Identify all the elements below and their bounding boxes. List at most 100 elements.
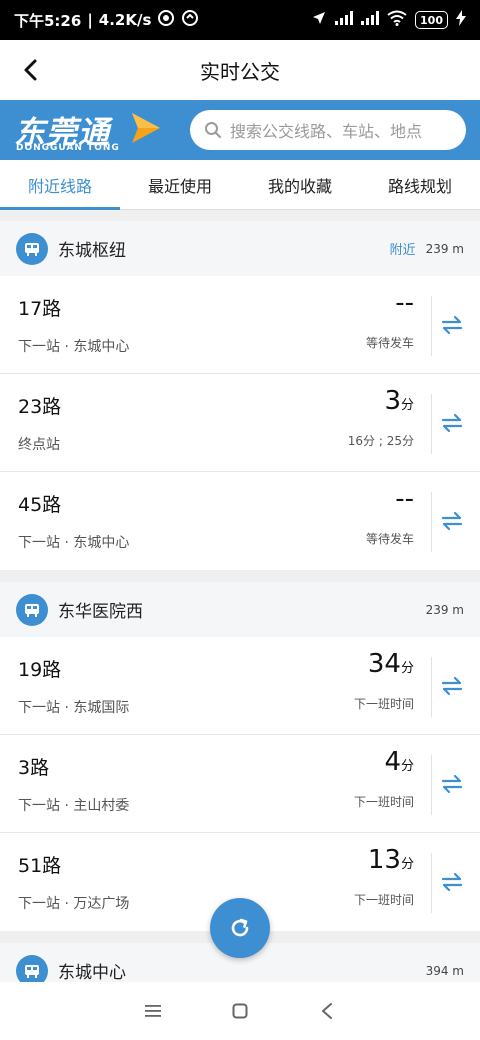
status-separator: | — [87, 11, 93, 29]
tab-nearby-routes[interactable]: 附近线路 — [0, 160, 120, 210]
route-row[interactable]: 17路 下一站 · 东城中心 -- 等待发车 — [0, 276, 480, 374]
route-next-stop: 下一站 · 主山村委 — [18, 798, 130, 814]
menu-button[interactable] — [133, 991, 173, 1031]
route-eta: -- — [395, 484, 414, 514]
route-line: 3路 — [18, 757, 50, 779]
search-icon — [205, 122, 221, 138]
logo-subtext: DONGGUAN TONG — [16, 143, 120, 153]
refresh-icon — [231, 918, 249, 937]
swap-direction-icon — [441, 413, 463, 433]
stop-meta: 附近 239 m — [389, 239, 464, 259]
search-placeholder: 搜索公交线路、车站、地点 — [230, 122, 423, 141]
location-icon — [311, 10, 327, 30]
route-eta: -- — [395, 288, 414, 318]
swap-direction-button[interactable] — [432, 501, 472, 541]
eta-unit: 分 — [400, 661, 414, 676]
charging-icon — [456, 10, 466, 30]
page-title: 实时公交 — [200, 59, 280, 84]
swap-direction-icon — [441, 774, 463, 794]
route-status: 等待发车 — [365, 532, 414, 546]
stop-distance: 239 m — [425, 241, 464, 256]
eta-unit: 分 — [400, 857, 414, 872]
notification-icon — [157, 9, 175, 31]
bus-stop-icon — [16, 593, 48, 626]
nearby-tag: 附近 — [389, 243, 416, 258]
signal-icon-2 — [361, 11, 380, 29]
eta-unit: 分 — [400, 759, 414, 774]
route-row[interactable]: 3路 下一站 · 主山村委 4分 下一班时间 — [0, 735, 480, 833]
stop-group: 东华医院西 239 m 19路 下一站 · 东城国际 34分 下一班时间 3路 … — [0, 582, 480, 931]
swap-direction-button[interactable] — [432, 764, 472, 804]
battery-indicator: 100 — [415, 11, 448, 29]
status-left: 下午5:26 | 4.2K/s — [14, 9, 199, 31]
status-right: 100 — [311, 10, 466, 30]
system-nav-bar — [0, 982, 480, 1040]
swap-direction-icon — [441, 676, 463, 696]
route-row[interactable]: 19路 下一站 · 东城国际 34分 下一班时间 — [0, 637, 480, 735]
network-speed: 4.2K/s — [98, 11, 152, 29]
swap-direction-icon — [441, 872, 463, 892]
tab-bar: 附近线路 最近使用 我的收藏 路线规划 — [0, 160, 480, 210]
route-line: 51路 — [18, 855, 62, 877]
home-button[interactable] — [220, 991, 260, 1031]
route-line: 23路 — [18, 396, 62, 418]
stop-list[interactable]: 东城枢纽 附近 239 m 17路 下一站 · 东城中心 -- 等待发车 23路… — [0, 221, 480, 991]
stop-distance: 239 m — [425, 602, 464, 617]
logo-arrow-icon — [132, 113, 160, 143]
stop-name: 东城枢纽 — [58, 241, 126, 261]
back-button[interactable] — [12, 52, 48, 88]
route-line: 19路 — [18, 659, 62, 681]
route-row[interactable]: 45路 下一站 · 东城中心 -- 等待发车 — [0, 472, 480, 570]
status-bar: 下午5:26 | 4.2K/s 100 — [0, 0, 480, 40]
eta-value: 34 — [367, 649, 401, 679]
tab-favorites[interactable]: 我的收藏 — [240, 160, 360, 209]
route-line: 45路 — [18, 494, 62, 516]
status-time: 下午5:26 — [14, 11, 82, 30]
menu-icon — [145, 1005, 162, 1017]
system-back-button[interactable] — [307, 991, 347, 1031]
bus-stop-icon — [16, 232, 48, 265]
route-eta: 4分 — [384, 747, 414, 777]
route-upcoming-times: 16分 ; 25分 — [347, 434, 414, 448]
swap-direction-button[interactable] — [432, 666, 472, 706]
route-next-stop: 下一站 · 万达广场 — [18, 896, 130, 912]
brand-bar: 东莞通 DONGGUAN TONG 搜索公交线路、车站、地点 — [0, 100, 480, 160]
stop-meta: 239 m — [426, 603, 464, 617]
swap-direction-button[interactable] — [432, 862, 472, 902]
stop-name: 东华医院西 — [58, 602, 143, 622]
search-input[interactable]: 搜索公交线路、车站、地点 — [190, 110, 466, 150]
eta-value: -- — [395, 484, 414, 514]
app-header: 实时公交 — [0, 40, 480, 100]
stop-name: 东城中心 — [58, 963, 126, 983]
route-next-stop: 下一站 · 东城中心 — [18, 339, 130, 355]
swap-direction-icon — [441, 315, 463, 335]
swap-direction-button[interactable] — [432, 305, 472, 345]
home-square-icon — [232, 1003, 248, 1019]
route-row[interactable]: 23路 终点站 3分 16分 ; 25分 — [0, 374, 480, 472]
refresh-button[interactable] — [210, 898, 270, 958]
route-status: 下一班时间 — [353, 697, 414, 711]
route-status: 下一班时间 — [353, 795, 414, 809]
tab-route-planning[interactable]: 路线规划 — [360, 160, 480, 209]
stop-header[interactable]: 东城枢纽 附近 239 m — [0, 221, 480, 276]
route-next-stop: 下一站 · 东城国际 — [18, 700, 130, 716]
stop-distance: 394 m — [425, 963, 464, 978]
swap-direction-button[interactable] — [432, 403, 472, 443]
route-eta: 13分 — [368, 845, 414, 875]
signal-icon — [335, 11, 354, 29]
wifi-icon — [387, 10, 407, 30]
eta-unit: 分 — [400, 398, 414, 413]
tab-recent[interactable]: 最近使用 — [120, 160, 240, 209]
eta-value: 13 — [367, 845, 401, 875]
app-logo: 东莞通 DONGGUAN TONG — [12, 105, 172, 155]
back-triangle-icon — [321, 1003, 332, 1019]
notification-icon-2 — [181, 9, 199, 31]
route-eta: 34分 — [368, 649, 414, 679]
route-next-stop: 下一站 · 东城中心 — [18, 535, 130, 551]
eta-value: 3 — [384, 386, 401, 416]
route-status: 下一班时间 — [353, 893, 414, 907]
route-line: 17路 — [18, 298, 62, 320]
stop-header[interactable]: 东华医院西 239 m — [0, 582, 480, 637]
chevron-left-icon — [24, 59, 37, 81]
swap-direction-icon — [441, 511, 463, 531]
